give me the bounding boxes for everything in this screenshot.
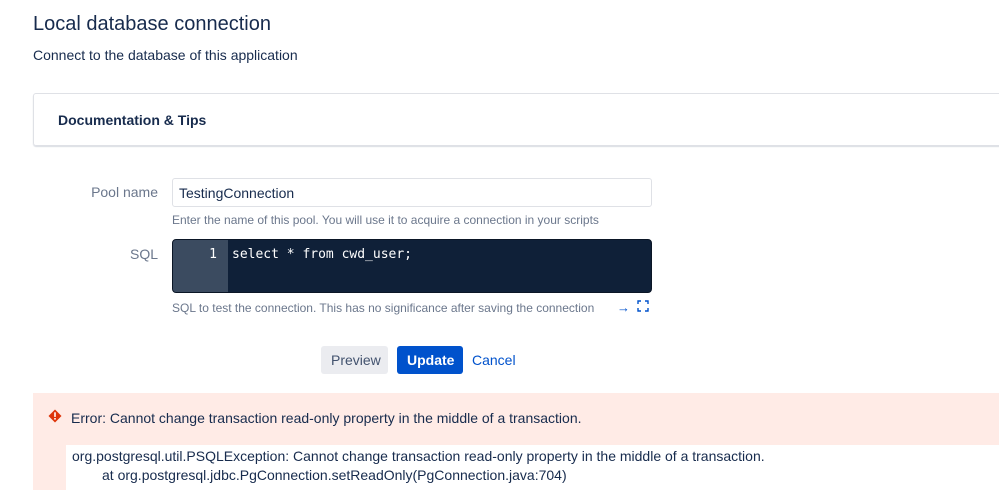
sql-label: SQL <box>129 246 158 262</box>
error-stack-trace: org.postgresql.util.PSQLException: Canno… <box>66 445 999 490</box>
stack-trace-line: org.postgresql.util.PSQLException: Canno… <box>72 448 765 464</box>
error-panel: Error: Cannot change transaction read-on… <box>33 393 999 490</box>
sql-editor[interactable]: 1 select * from cwd_user; <box>172 239 652 293</box>
pool-name-help: Enter the name of this pool. You will us… <box>172 213 599 227</box>
page-subtitle: Connect to the database of this applicat… <box>33 47 298 63</box>
fullscreen-icon[interactable] <box>637 300 649 315</box>
error-icon <box>48 409 62 423</box>
error-title: Error: Cannot change transaction read-on… <box>71 410 582 426</box>
arrow-right-icon[interactable]: → <box>617 300 630 315</box>
preview-button[interactable]: Preview <box>321 346 388 374</box>
cancel-button[interactable]: Cancel <box>468 346 518 374</box>
pool-name-label: Pool name <box>91 184 158 200</box>
documentation-panel[interactable]: Documentation & Tips <box>33 93 999 146</box>
sql-help: SQL to test the connection. This has no … <box>172 301 595 315</box>
stack-trace-line: at org.postgresql.jdbc.PgConnection.setR… <box>102 467 567 483</box>
documentation-panel-title[interactable]: Documentation & Tips <box>58 112 206 128</box>
page-title: Local database connection <box>33 13 271 35</box>
line-number: 1 <box>209 247 217 262</box>
update-button[interactable]: Update <box>397 346 463 374</box>
editor-gutter: 1 <box>173 240 228 292</box>
sql-code-line[interactable]: select * from cwd_user; <box>232 247 412 262</box>
pool-name-input[interactable] <box>172 178 652 207</box>
